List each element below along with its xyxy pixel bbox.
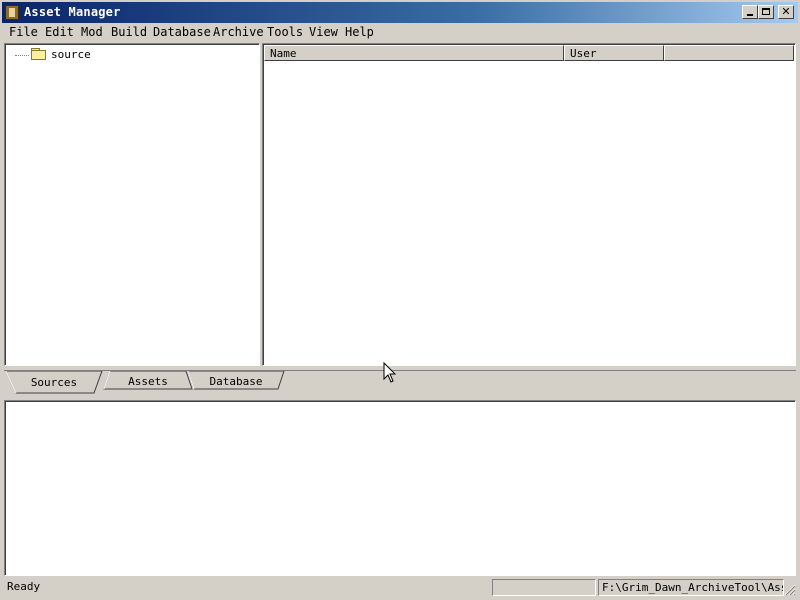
resize-grip-icon[interactable] — [784, 584, 796, 596]
menu-file[interactable]: File — [6, 25, 41, 40]
source-tree-pane[interactable]: source — [4, 43, 260, 366]
minimize-button[interactable] — [742, 5, 758, 19]
menu-view[interactable]: View — [306, 25, 341, 40]
title-bar[interactable]: Asset Manager ✕ — [2, 2, 798, 23]
tree-node-label: source — [51, 48, 91, 61]
status-path: F:\Grim_Dawn_ArchiveTool\Asset — [598, 579, 784, 596]
maximize-icon — [762, 8, 770, 15]
app-icon[interactable] — [5, 5, 19, 20]
tab-assets-label: Assets — [128, 375, 168, 388]
column-header-filler — [664, 45, 794, 61]
close-icon: ✕ — [781, 5, 791, 18]
menu-mod[interactable]: Mod — [78, 25, 106, 40]
close-button[interactable]: ✕ — [778, 5, 794, 19]
asset-manager-window: Asset Manager ✕ File Edit Mod Build Data… — [0, 0, 800, 600]
tree-connector-line — [15, 55, 29, 56]
column-header-name[interactable]: Name — [264, 45, 564, 61]
menu-archive[interactable]: Archive — [210, 25, 267, 40]
menu-build[interactable]: Build — [108, 25, 150, 40]
tab-strip: Sources Assets Database — [4, 368, 796, 396]
asset-list-pane[interactable]: Name User — [262, 43, 796, 366]
folder-icon — [31, 48, 47, 61]
window-title: Asset Manager — [24, 5, 121, 19]
status-field-middle — [492, 579, 596, 596]
output-pane[interactable] — [4, 400, 796, 576]
tab-sources-label: Sources — [30, 376, 78, 389]
menu-edit[interactable]: Edit — [42, 25, 77, 40]
mouse-cursor-icon — [383, 362, 397, 383]
minimize-icon — [747, 14, 753, 16]
menu-database[interactable]: Database — [150, 25, 214, 40]
tab-database-label: Database — [209, 375, 263, 388]
tab-assets[interactable]: Assets — [102, 371, 194, 391]
menu-help[interactable]: Help — [342, 25, 377, 40]
list-header: Name User — [264, 45, 794, 61]
column-header-user[interactable]: User — [564, 45, 664, 61]
tab-sources[interactable]: Sources — [4, 371, 104, 394]
menu-tools[interactable]: Tools — [264, 25, 306, 40]
menu-bar: File Edit Mod Build Database Archive Too… — [2, 23, 798, 42]
status-text: Ready — [7, 580, 41, 593]
maximize-button[interactable] — [758, 5, 774, 19]
tab-database[interactable]: Database — [186, 371, 286, 391]
status-bar: Ready F:\Grim_Dawn_ArchiveTool\Asset — [2, 578, 798, 598]
